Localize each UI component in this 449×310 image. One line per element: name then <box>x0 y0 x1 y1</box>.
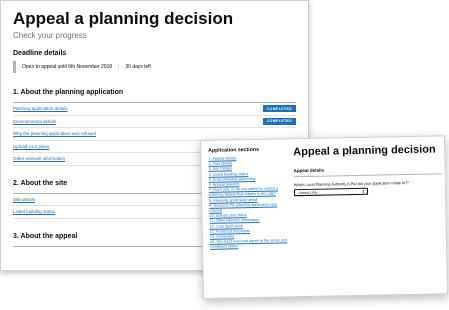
lpa-select-value: - Select LPA - <box>296 190 319 195</box>
dropdown-arrows-icon: ⇕ <box>361 188 366 194</box>
task-link[interactable]: Other relevant information <box>13 156 65 161</box>
section-planning-application: 1. About the planning application <box>13 89 296 103</box>
deadline-inset: Open to appeal until 6th November 2018 |… <box>13 61 296 73</box>
task-link[interactable]: Planning application details <box>13 106 68 111</box>
deadline-separator: | <box>118 64 120 70</box>
task-link[interactable]: Listed building status <box>13 209 55 214</box>
application-sections-nav: Application sections 1. Appeal details 2… <box>208 146 288 250</box>
form-section-heading: Appeal details <box>293 165 442 178</box>
task-link[interactable]: Why the planning application was refused <box>13 131 96 136</box>
nav-list: 1. Appeal details 2. Your details 3. Sit… <box>208 155 288 250</box>
page-subtitle: Check your progress <box>13 31 87 40</box>
lpa-question-label: Which Local Planning Authority (LPA) did… <box>293 180 409 188</box>
appeal-form-main: Appeal a planning decision Appeal detail… <box>293 143 442 197</box>
page-title: Appeal a planning decision <box>13 9 234 28</box>
appeal-form-page: Application sections 1. Appeal details 2… <box>200 135 449 299</box>
nav-item[interactable]: 7. Have you, or do you intend to submit … <box>209 187 287 199</box>
deadline-open-text: Open to appeal until 6th November 2018 <box>22 64 113 70</box>
deadline-days-left: 30 days left <box>125 64 151 70</box>
deadline-heading: Deadline details <box>13 50 67 57</box>
status-badge: COMPLETED <box>262 105 296 113</box>
task-row: Environmental details COMPLETED <box>13 116 296 128</box>
section-heading: 1. About the planning application <box>13 89 124 96</box>
task-link[interactable]: Site details <box>13 197 35 202</box>
form-title: Appeal a planning decision <box>293 143 436 159</box>
nav-item[interactable]: 15. You must read and agree to the terms… <box>210 239 288 251</box>
lpa-select[interactable]: - Select LPA - ⇕ <box>293 187 369 197</box>
task-link[interactable]: Environmental details <box>13 119 56 124</box>
task-row: Planning application details COMPLETED <box>13 103 296 116</box>
task-link[interactable]: Upload your plans <box>13 144 49 149</box>
status-badge: COMPLETED <box>262 117 296 125</box>
nav-heading: Application sections <box>208 146 259 154</box>
